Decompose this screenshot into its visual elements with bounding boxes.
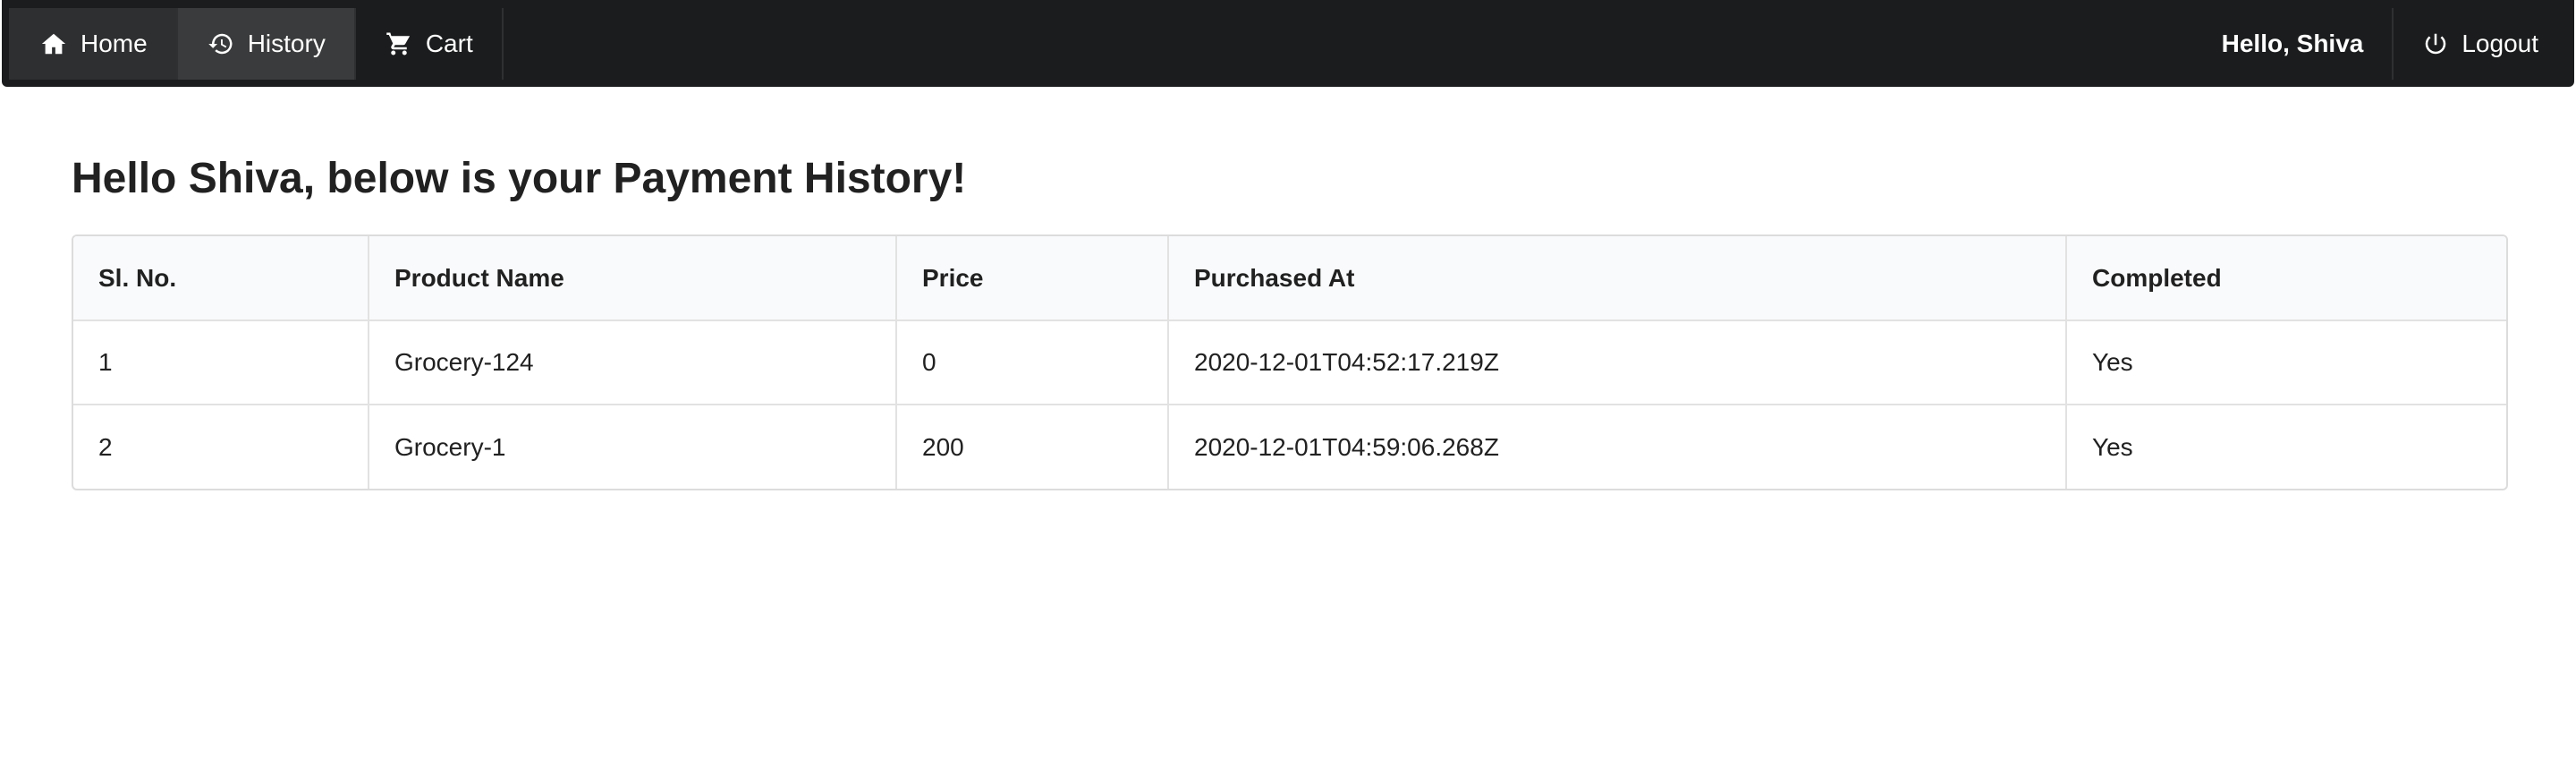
table-row: 1 Grocery-124 0 2020-12-01T04:52:17.219Z… bbox=[73, 320, 2506, 405]
cart-icon bbox=[385, 30, 413, 58]
cell-product-name: Grocery-124 bbox=[368, 320, 896, 405]
payment-history-table: Sl. No. Product Name Price Purchased At … bbox=[72, 234, 2508, 490]
table-header-row: Sl. No. Product Name Price Purchased At … bbox=[73, 236, 2506, 321]
column-header-sl-no: Sl. No. bbox=[73, 236, 369, 321]
column-header-product-name: Product Name bbox=[368, 236, 896, 321]
logout-button[interactable]: Logout bbox=[2394, 8, 2574, 80]
cell-price: 200 bbox=[895, 404, 1168, 489]
cell-purchased-at: 2020-12-01T04:52:17.219Z bbox=[1167, 320, 2066, 405]
nav-right-menu: Hello, Shiva Logout bbox=[2193, 7, 2574, 80]
cell-sl-no: 2 bbox=[73, 404, 369, 489]
column-header-completed: Completed bbox=[2065, 236, 2506, 321]
cell-price: 0 bbox=[895, 320, 1168, 405]
nav-history-label: History bbox=[247, 29, 326, 57]
top-navbar: Home History Cart Hello, Shiva Logout bbox=[2, 0, 2574, 87]
page-title: Hello Shiva, below is your Payment Histo… bbox=[72, 155, 967, 202]
logout-label: Logout bbox=[2462, 29, 2538, 57]
column-header-purchased-at: Purchased At bbox=[1167, 236, 2066, 321]
column-header-price: Price bbox=[895, 236, 1168, 321]
nav-home-link[interactable]: Home bbox=[9, 7, 178, 80]
cell-sl-no: 1 bbox=[98, 348, 113, 376]
cell-completed: Yes bbox=[2065, 404, 2506, 489]
table-row: 2 Grocery-1 200 2020-12-01T04:59:06.268Z… bbox=[73, 404, 2506, 489]
nav-cart-label: Cart bbox=[425, 29, 473, 57]
user-greeting: Hello, Shiva bbox=[2193, 7, 2394, 80]
nav-menu: Home History Cart bbox=[9, 7, 504, 80]
nav-home-label: Home bbox=[80, 29, 148, 57]
power-icon bbox=[2422, 30, 2449, 57]
nav-history-link[interactable]: History bbox=[177, 7, 356, 80]
nav-cart-link[interactable]: Cart bbox=[356, 7, 504, 80]
cell-product-name: Grocery-1 bbox=[368, 404, 896, 489]
home-icon bbox=[39, 30, 68, 58]
cell-completed: Yes bbox=[2065, 320, 2506, 405]
cell-purchased-at: 2020-12-01T04:59:06.268Z bbox=[1167, 404, 2066, 489]
history-icon bbox=[207, 30, 235, 58]
